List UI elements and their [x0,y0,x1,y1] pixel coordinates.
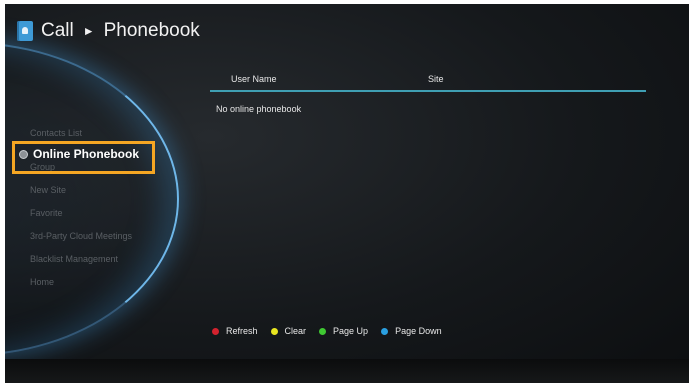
table-header: User Name Site [210,72,646,92]
breadcrumb-separator-icon: ► [82,24,95,38]
page-title: Phonebook [103,20,200,41]
breadcrumb-call: Call [41,20,74,41]
empty-state-message: No online phonebook [216,104,302,114]
column-header-site: Site [428,74,444,84]
green-dot-icon [319,327,327,335]
menu-item-home[interactable]: Home [30,271,132,294]
menu-item-favorite[interactable]: Favorite [30,202,132,225]
blue-dot-icon [381,327,389,335]
bottom-bar [5,359,689,383]
phonebook-screen: Call ► Phonebook Contacts List Group New… [5,4,689,383]
legend-page-up[interactable]: Page Up [319,326,368,336]
legend-clear[interactable]: Clear [270,326,307,336]
legend-label: Clear [284,326,307,336]
legend-label: Refresh [226,326,258,336]
key-legend: Refresh Clear Page Up Page Down [212,326,455,336]
selection-highlight [12,141,155,174]
yellow-dot-icon [270,327,278,335]
menu-item-new-site[interactable]: New Site [30,179,132,202]
legend-page-down[interactable]: Page Down [381,326,442,336]
breadcrumb: Call ► Phonebook [17,20,200,42]
menu-item-blacklist-management[interactable]: Blacklist Management [30,248,132,271]
legend-label: Page Up [333,326,369,336]
phonebook-icon [17,21,33,41]
column-header-user-name: User Name [231,74,277,84]
legend-label: Page Down [395,326,442,336]
menu-item-3rd-party-cloud-meetings[interactable]: 3rd-Party Cloud Meetings [30,225,132,248]
legend-refresh[interactable]: Refresh [212,326,258,336]
red-dot-icon [212,327,219,335]
